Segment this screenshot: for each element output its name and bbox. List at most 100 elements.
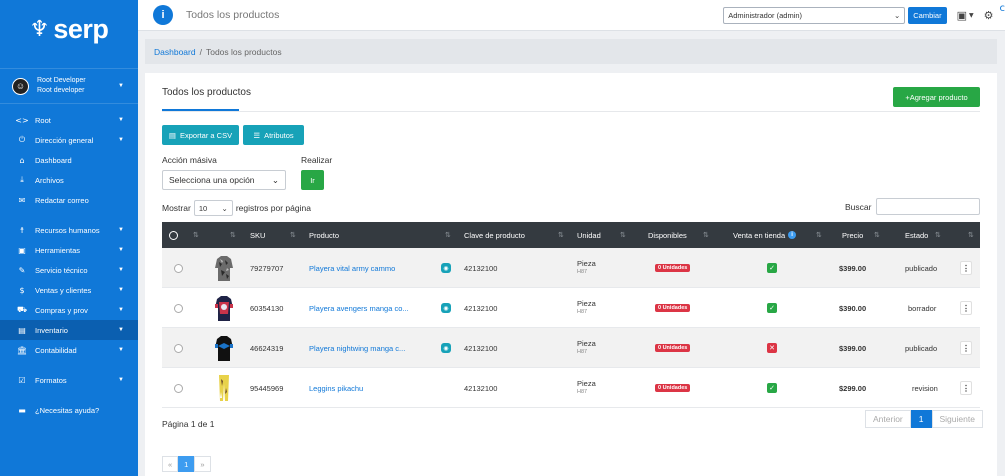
export-csv-button[interactable]: ▤ Exportar a CSV xyxy=(162,125,239,145)
product-link[interactable]: Leggins pikachu xyxy=(309,368,363,408)
mini-page-1-button[interactable]: 1 xyxy=(178,456,195,472)
sort-icon[interactable]: ⇅ xyxy=(445,231,451,239)
sidebar-item-label: Recursos humanos xyxy=(35,225,100,235)
per-page-label: registros por página xyxy=(235,203,311,213)
mini-previous-button[interactable]: « xyxy=(162,456,179,472)
sidebar-item-formatos[interactable]: ☑ Formatos ▼ xyxy=(0,370,138,390)
checkbox-icon: ☑ xyxy=(18,375,26,385)
unit-code: H87 xyxy=(577,309,588,315)
attributes-button[interactable]: ☰ Atributos xyxy=(243,125,304,145)
export-csv-label: Exportar a CSV xyxy=(179,130,233,140)
mini-next-button[interactable]: » xyxy=(194,456,211,472)
sort-icon[interactable]: ⇅ xyxy=(703,231,709,239)
nav-spacer xyxy=(0,360,138,370)
sort-icon[interactable]: ⇅ xyxy=(968,231,974,239)
brand-logo[interactable]: ♆ serp xyxy=(0,0,138,58)
product-link[interactable]: Playera nightwing manga c... xyxy=(309,328,405,368)
breadcrumb-dashboard-link[interactable]: Dashboard xyxy=(154,47,196,57)
table-row[interactable]: 95445969 Leggins pikachu 42132100 Pieza H… xyxy=(162,368,980,408)
serp-logo-icon: ♆ xyxy=(29,16,50,42)
chat-icon[interactable]: ◉ xyxy=(441,288,451,328)
search-label: Buscar xyxy=(845,202,872,212)
product-link[interactable]: Playera vital army cammo xyxy=(309,248,395,288)
row-radio[interactable] xyxy=(174,288,183,328)
th-status[interactable]: Estado xyxy=(905,222,928,248)
th-available[interactable]: Disponibles xyxy=(648,222,687,248)
th-in-store[interactable]: Venta en tienda i xyxy=(733,222,797,248)
th-sku[interactable]: SKU xyxy=(250,222,265,248)
row-radio[interactable] xyxy=(174,248,183,288)
page-1-button[interactable]: 1 xyxy=(910,410,932,428)
user-role: Root developer xyxy=(37,87,85,94)
unit-cell: Pieza H87 xyxy=(577,248,596,288)
download-icon: ⤓ xyxy=(20,175,24,184)
info-menu-button[interactable]: i xyxy=(153,5,173,25)
user-name: Root Developer xyxy=(37,77,86,84)
product-key-cell: 42132100 xyxy=(464,263,498,273)
check-icon: ✓ xyxy=(767,303,777,313)
sidebar-item-servicio-tecnico[interactable]: ✎ Servicio técnico ▼ xyxy=(0,260,138,280)
sidebar-item-direccion-general[interactable]: ⏻ Dirección general ▼ xyxy=(0,130,138,150)
chevron-down-icon: ▼ xyxy=(118,247,124,253)
sidebar-item-compras-prov[interactable]: ⛟ Compras y prov ▼ xyxy=(0,300,138,320)
chat-icon[interactable]: ◉ xyxy=(441,248,451,288)
gear-icon[interactable]: ⚙ xyxy=(984,9,994,22)
sort-icon[interactable]: ⇅ xyxy=(193,231,199,239)
price-cell: $390.00 xyxy=(839,303,867,313)
products-table: ⇅ ⇅ SKU ⇅ Producto ⇅ Clave de producto ⇅… xyxy=(162,222,980,408)
chevron-down-icon: ▼ xyxy=(118,83,124,89)
table-row[interactable]: 60354130 Playera avengers manga co... ◉ … xyxy=(162,288,980,328)
info-icon[interactable]: i xyxy=(788,231,797,239)
row-actions[interactable]: ⋮ xyxy=(960,328,972,368)
sidebar-item-archivos[interactable]: ⤓ Archivos xyxy=(0,170,138,190)
product-link[interactable]: Playera avengers manga co... xyxy=(309,288,409,328)
sidebar-item-label: Root xyxy=(35,115,51,125)
chat-icon[interactable]: ◉ xyxy=(441,328,451,368)
th-product[interactable]: Producto xyxy=(309,222,339,248)
sidebar-item-inventario[interactable]: ▤ Inventario ▼ xyxy=(0,320,138,340)
sidebar-item-contabilidad[interactable]: 🏛 Contabilidad ▼ xyxy=(0,340,138,360)
th-product-key[interactable]: Clave de producto xyxy=(464,222,525,248)
user-profile-menu[interactable]: ▣ ▼ xyxy=(957,9,974,22)
sort-icon[interactable]: ⇅ xyxy=(620,231,626,239)
cart-icon: ⛟ xyxy=(16,305,28,314)
row-actions[interactable]: ⋮ xyxy=(960,288,972,328)
th-price[interactable]: Precio xyxy=(842,222,863,248)
row-actions[interactable]: ⋮ xyxy=(960,248,972,288)
sidebar-item-recursos-humanos[interactable]: ☨ Recursos humanos ▼ xyxy=(0,220,138,240)
stock-badge: 0 Unidades xyxy=(655,264,691,272)
sort-icon[interactable]: ⇅ xyxy=(290,231,296,239)
previous-page-button[interactable]: Anterior xyxy=(865,410,911,428)
bulk-action-select[interactable]: Selecciona una opción ⌄ xyxy=(162,170,286,190)
sidebar-item-ventas-clientes[interactable]: $ Ventas y clientes ▼ xyxy=(0,280,138,300)
table-row[interactable]: 46624319 Playera nightwing manga c... ◉ … xyxy=(162,328,980,368)
select-all-radio[interactable] xyxy=(169,222,178,248)
sidebar-item-dashboard[interactable]: ⌂ Dashboard xyxy=(0,150,138,170)
next-page-button[interactable]: Siguiente xyxy=(931,410,983,428)
th-unit[interactable]: Unidad xyxy=(577,222,601,248)
in-store-cell: ✕ xyxy=(767,328,777,368)
sidebar-item-label: Contabilidad xyxy=(35,345,77,355)
role-select[interactable]: Administrador (admin) ⌄ xyxy=(723,6,906,24)
table-row[interactable]: 79279707 Playera vital army cammo ◉ 4213… xyxy=(162,248,980,288)
sort-icon[interactable]: ⇅ xyxy=(935,231,941,239)
change-role-button[interactable]: Cambiar xyxy=(908,6,947,24)
sort-icon[interactable]: ⇅ xyxy=(816,231,822,239)
go-button[interactable]: Ir xyxy=(301,170,324,190)
sidebar-item-root[interactable]: <> Root ▼ xyxy=(0,110,138,130)
chat-bubble-icon: ◉ xyxy=(441,343,451,353)
user-menu[interactable]: ☺ Root Developer Root developer ▼ xyxy=(0,68,138,104)
sidebar-item-ayuda[interactable]: ▬ ¿Necesitas ayuda? xyxy=(0,400,138,420)
row-radio[interactable] xyxy=(174,328,183,368)
sidebar-item-redactar-correo[interactable]: ✉ Redactar correo xyxy=(0,190,138,210)
sort-icon[interactable]: ⇅ xyxy=(230,231,236,239)
row-radio[interactable] xyxy=(174,368,183,408)
row-actions[interactable]: ⋮ xyxy=(960,368,972,408)
sort-icon[interactable]: ⇅ xyxy=(558,231,564,239)
page-length-select[interactable]: 10 ⌄ xyxy=(193,200,233,216)
search-input[interactable] xyxy=(876,198,980,215)
add-product-button[interactable]: + Agregar producto xyxy=(893,87,980,107)
sidebar-item-herramientas[interactable]: ▣ Herramientas ▼ xyxy=(0,240,138,260)
sidebar-item-label: Dirección general xyxy=(35,135,94,145)
sort-icon[interactable]: ⇅ xyxy=(874,231,880,239)
